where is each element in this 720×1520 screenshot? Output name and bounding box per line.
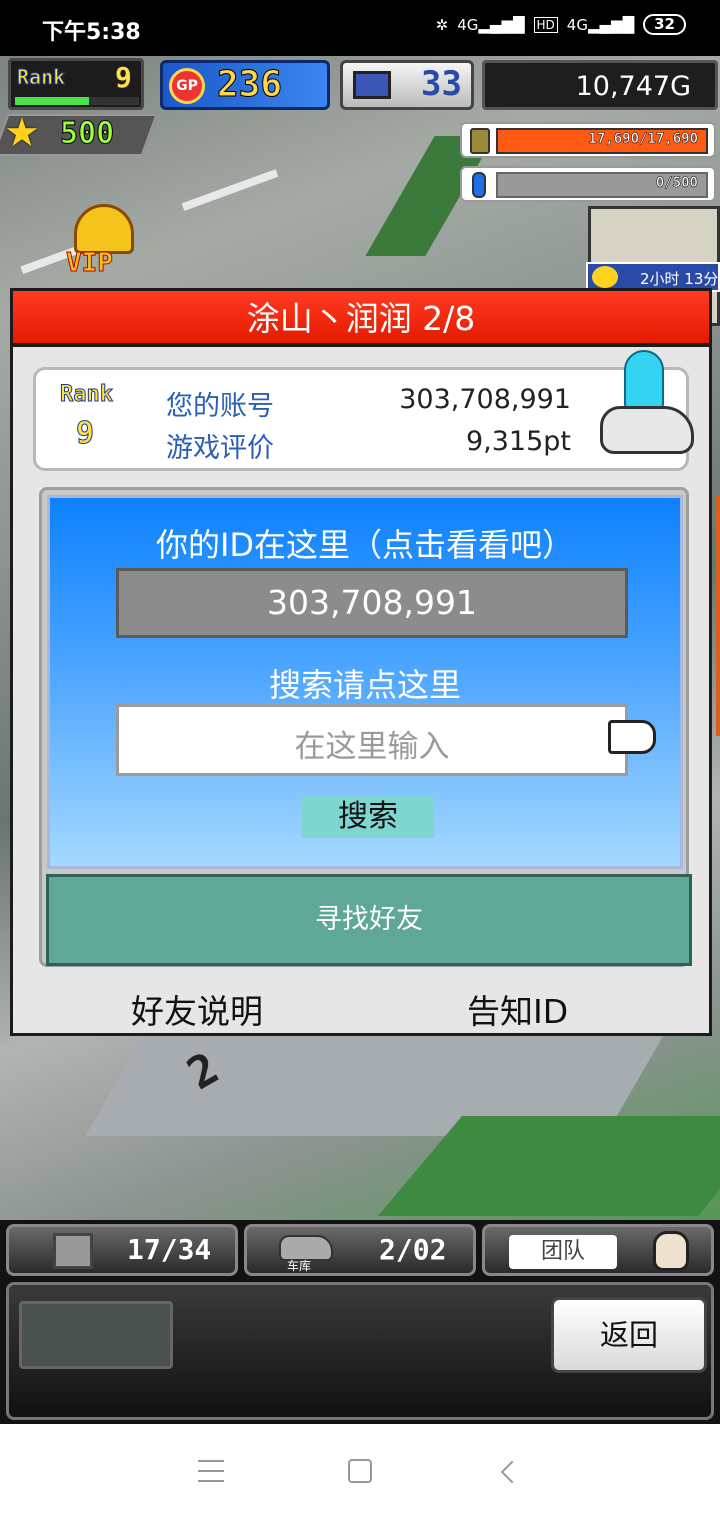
- gold-value: 10,747G: [575, 71, 691, 102]
- menu-icon[interactable]: [198, 1460, 224, 1482]
- status-icons: ✲ 4G▂▄▆█ HD 4G▂▄▆█ 32: [436, 14, 686, 35]
- rank-value: 9: [115, 61, 132, 94]
- star-icon: ★: [4, 110, 40, 156]
- id-panel-body: 你的ID在这里（点击看看吧） 303,708,991 搜索请点这里 在这里输入 …: [47, 495, 683, 869]
- bluetooth-icon: ✲: [435, 15, 449, 34]
- pointing-hand-icon: [608, 720, 656, 754]
- hd-badge: HD: [533, 16, 558, 33]
- gp-value: 236: [216, 64, 283, 106]
- back-icon[interactable]: [500, 1460, 524, 1484]
- share-id-link[interactable]: 告知ID: [467, 985, 568, 1033]
- search-placeholder: 在这里输入: [294, 729, 450, 765]
- gp-box[interactable]: GP 236: [160, 60, 330, 110]
- dialog-title: 涂山丶润润 2/8: [13, 291, 709, 347]
- alarm-icon: [592, 266, 618, 288]
- home-icon[interactable]: [348, 1459, 372, 1483]
- search-input[interactable]: 在这里输入: [116, 704, 628, 776]
- materials-value: 17/34: [127, 1233, 212, 1266]
- computer-icon: [353, 71, 391, 99]
- friend-dialog: 涂山丶润润 2/8 Rank 9 您的账号 303,708,991 游戏评价 9…: [10, 288, 712, 1036]
- gas-box: 0/500: [460, 166, 716, 202]
- rank-progress-bar: [15, 97, 139, 105]
- gp-coin-icon: GP: [169, 68, 205, 104]
- friend-help-link[interactable]: 好友说明: [131, 985, 263, 1033]
- back-button[interactable]: 返回: [551, 1297, 707, 1373]
- account-value: 303,708,991: [399, 384, 571, 415]
- card-rank-value: 9: [75, 416, 95, 452]
- garage-tab[interactable]: 车库 2/02: [244, 1224, 476, 1276]
- avatar-car-body: [600, 406, 694, 454]
- building-side: [716, 496, 720, 736]
- fuel-barrel-icon: [470, 128, 490, 154]
- search-prompt: 搜索请点这里: [268, 666, 461, 704]
- status-bar: 下午5:38 ✲ 4G▂▄▆█ HD 4G▂▄▆█ 32: [0, 0, 720, 56]
- status-time: 下午5:38: [42, 20, 141, 45]
- team-tab[interactable]: 团队: [482, 1224, 714, 1276]
- gold-box: 10,747G: [482, 60, 718, 110]
- id-panel: 你的ID在这里（点击看看吧） 303,708,991 搜索请点这里 在这里输入 …: [39, 487, 692, 967]
- signal-icon-2: 4G▂▄▆█: [566, 15, 635, 34]
- empty-slot[interactable]: [19, 1301, 173, 1369]
- pc-box[interactable]: 33: [340, 60, 474, 110]
- account-label: 您的账号: [166, 391, 274, 422]
- gas-tank-icon: [472, 172, 486, 198]
- crate-icon: [53, 1233, 93, 1269]
- vip-label: VIP: [66, 248, 114, 279]
- garage-label: 车库: [287, 1259, 312, 1273]
- account-card: Rank 9 您的账号 303,708,991 游戏评价 9,315pt: [33, 350, 694, 471]
- materials-tab[interactable]: 17/34: [6, 1224, 238, 1276]
- signal-icon-1: 4G▂▄▆█: [457, 15, 525, 34]
- timer-value: 2小时 13分: [640, 270, 719, 288]
- rank-label: Rank: [16, 65, 66, 90]
- rank-box: Rank 9: [8, 58, 144, 110]
- avatar-hair: [624, 350, 664, 410]
- battery-indicator: 32: [643, 14, 686, 35]
- search-button[interactable]: 搜索: [302, 796, 434, 838]
- avatar-car: [600, 350, 696, 468]
- action-bar: 返回: [6, 1282, 714, 1420]
- stars-value: 500: [59, 116, 115, 152]
- fuel-box: 17,690/17,690: [460, 122, 716, 158]
- garage-value: 2/02: [379, 1233, 447, 1266]
- pc-value: 33: [421, 64, 462, 104]
- find-friends-button[interactable]: 寻找好友: [46, 874, 692, 966]
- vip-badge[interactable]: VIP: [62, 204, 146, 280]
- staff-face-icon: [653, 1231, 689, 1271]
- team-label: 团队: [509, 1235, 617, 1269]
- id-prompt: 你的ID在这里（点击看看吧）: [155, 526, 575, 564]
- bottom-hud: 17/34 车库 2/02 团队 返回: [0, 1220, 720, 1424]
- card-rank-label: Rank: [60, 382, 114, 408]
- system-nav-bar: [0, 1424, 720, 1520]
- id-value-field[interactable]: 303,708,991: [116, 568, 628, 638]
- rating-label: 游戏评价: [166, 433, 274, 464]
- fuel-value: 17,690/17,690: [588, 131, 698, 148]
- crown-icon: [74, 204, 134, 254]
- gas-value: 0/500: [655, 175, 699, 192]
- rating-value: 9,315pt: [465, 426, 571, 457]
- road-marking: [181, 169, 279, 211]
